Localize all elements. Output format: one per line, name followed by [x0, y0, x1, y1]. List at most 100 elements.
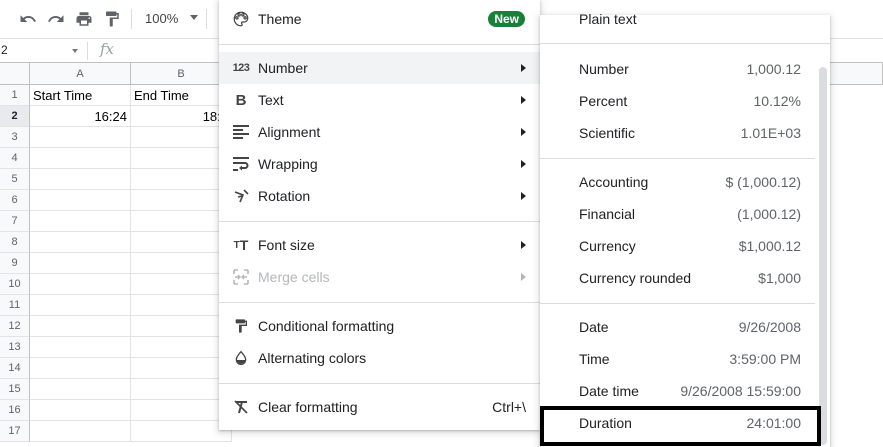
submenu-item-plain-text[interactable]: Plain text [540, 3, 830, 35]
submenu-item-percent[interactable]: Percent 10.12% [540, 85, 830, 117]
submenu-item-label: Accounting [579, 174, 649, 190]
menu-item-theme[interactable]: Theme New [219, 3, 540, 35]
row-header[interactable]: 3 [0, 127, 30, 148]
select-all-corner[interactable] [0, 63, 30, 85]
menu-item-number[interactable]: 123 Number [219, 52, 540, 84]
grid-cell[interactable] [30, 211, 131, 232]
grid-cell[interactable] [30, 358, 131, 379]
cell-b2[interactable]: 18:3 [131, 106, 232, 127]
grid-cell[interactable] [131, 274, 232, 295]
submenu-item-financial[interactable]: Financial (1,000.12) [540, 198, 830, 230]
row-header[interactable]: 8 [0, 232, 30, 253]
menu-item-alignment[interactable]: Alignment [219, 116, 540, 148]
submenu-item-scientific[interactable]: Scientific 1.01E+03 [540, 117, 830, 149]
toolbar-divider [131, 9, 132, 29]
menu-item-rotation[interactable]: Rotation [219, 180, 540, 212]
menu-item-shortcut: Ctrl+\ [492, 399, 526, 415]
row-header[interactable]: 4 [0, 148, 30, 169]
submenu-item-label: Time [579, 351, 610, 367]
submenu-item-currency-rounded[interactable]: Currency rounded $1,000 [540, 262, 830, 294]
submenu-item-accounting[interactable]: Accounting $ (1,000.12) [540, 166, 830, 198]
chevron-down-icon [72, 49, 78, 53]
grid-cell[interactable] [131, 169, 232, 190]
grid-cell[interactable] [30, 127, 131, 148]
grid-cell[interactable] [30, 253, 131, 274]
grid-cell[interactable] [30, 337, 131, 358]
grid-cell[interactable] [30, 169, 131, 190]
row-header[interactable]: 12 [0, 316, 30, 337]
cell-a2[interactable]: 16:24 [30, 106, 131, 127]
grid-cell[interactable] [30, 379, 131, 400]
grid-cell[interactable] [30, 295, 131, 316]
row-header[interactable]: 2 [0, 106, 30, 127]
grid-cell[interactable] [131, 232, 232, 253]
submenu-item-label: Currency [579, 238, 636, 254]
grid-cell[interactable] [30, 190, 131, 211]
row-header[interactable]: 6 [0, 190, 30, 211]
toolbar-divider [206, 9, 207, 29]
grid-cell[interactable] [131, 400, 232, 421]
grid-cell[interactable] [131, 337, 232, 358]
grid-cell[interactable] [131, 421, 232, 442]
zoom-select[interactable]: 100% [145, 11, 178, 26]
submenu-item-currency[interactable]: Currency $1,000.12 [540, 230, 830, 262]
chevron-down-icon [190, 15, 198, 20]
menu-item-alternating-colors[interactable]: Alternating colors [219, 342, 540, 374]
menu-item-label: Rotation [258, 188, 311, 204]
grid-cell[interactable] [131, 211, 232, 232]
menu-item-text[interactable]: B Text [219, 84, 540, 116]
grid-cell[interactable] [131, 190, 232, 211]
row-header[interactable]: 16 [0, 400, 30, 421]
submenu-item-number[interactable]: Number 1,000.12 [540, 53, 830, 85]
grid-cell[interactable] [131, 253, 232, 274]
row-header[interactable]: 5 [0, 169, 30, 190]
grid-cell[interactable] [30, 421, 131, 442]
print-icon[interactable] [74, 9, 94, 29]
grid-cell[interactable] [30, 274, 131, 295]
menu-item-label: Merge cells [258, 269, 330, 285]
menu-item-wrapping[interactable]: Wrapping [219, 148, 540, 180]
menu-item-conditional-formatting[interactable]: Conditional formatting [219, 310, 540, 342]
submenu-item-time[interactable]: Time 3:59:00 PM [540, 343, 830, 375]
row-header[interactable]: 9 [0, 253, 30, 274]
cell-a1[interactable]: Start Time [30, 85, 131, 106]
grid-cell[interactable] [30, 316, 131, 337]
grid-cell[interactable] [131, 148, 232, 169]
row-header[interactable]: 17 [0, 421, 30, 442]
grid-cell[interactable] [131, 316, 232, 337]
row-header[interactable]: 1 [0, 85, 30, 106]
column-header-b[interactable]: B [131, 63, 232, 85]
number-format-submenu: Plain text Number 1,000.12 Percent 10.12… [540, 11, 830, 447]
grid-cell[interactable] [131, 295, 232, 316]
grid-cell[interactable] [30, 148, 131, 169]
row-header[interactable]: 7 [0, 211, 30, 232]
cell-b1[interactable]: End Time [131, 85, 232, 106]
grid-cell[interactable] [131, 358, 232, 379]
duration-highlight-box [540, 406, 821, 446]
menu-item-label: Clear formatting [258, 399, 358, 415]
submenu-item-label: Scientific [579, 125, 636, 141]
text-wrap-icon [232, 155, 250, 173]
submenu-item-example: $1,000 [758, 270, 801, 286]
menu-item-clear-formatting[interactable]: Clear formatting Ctrl+\ [219, 391, 540, 423]
grid-cell[interactable] [30, 400, 131, 421]
grid-cell[interactable] [131, 379, 232, 400]
paint-format-icon[interactable] [102, 9, 122, 29]
submenu-item-date-time[interactable]: Date time 9/26/2008 15:59:00 [540, 375, 830, 407]
menu-item-font-size[interactable]: TT Font size [219, 229, 540, 261]
grid-cell[interactable] [30, 232, 131, 253]
clear-format-icon [232, 398, 250, 416]
undo-icon[interactable] [18, 9, 38, 29]
row-header[interactable]: 13 [0, 337, 30, 358]
column-header-a[interactable]: A [30, 63, 131, 85]
submenu-scrollbar[interactable] [819, 67, 827, 445]
redo-icon[interactable] [46, 9, 66, 29]
submenu-item-label: Financial [579, 206, 636, 222]
submenu-item-date[interactable]: Date 9/26/2008 [540, 311, 830, 343]
grid-cell[interactable] [131, 127, 232, 148]
chevron-right-icon [521, 64, 526, 72]
row-header[interactable]: 15 [0, 379, 30, 400]
row-header[interactable]: 14 [0, 358, 30, 379]
row-header[interactable]: 11 [0, 295, 30, 316]
row-header[interactable]: 10 [0, 274, 30, 295]
